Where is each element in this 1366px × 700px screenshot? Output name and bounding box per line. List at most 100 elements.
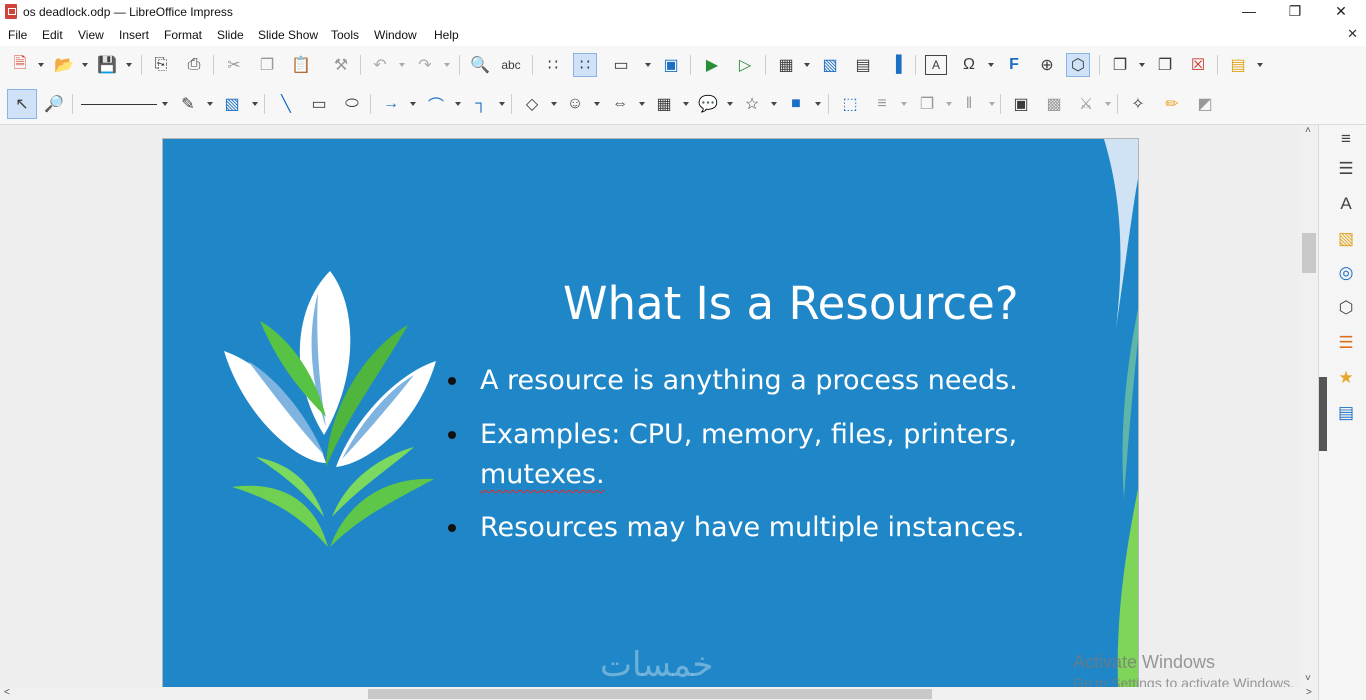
new-slide-dropdown-icon[interactable] [1139,63,1145,67]
hyperlink-icon[interactable]: ⊕ [1035,53,1059,77]
print-icon[interactable]: ⎙ [182,53,206,77]
fill-color-dropdown-icon[interactable] [252,102,258,106]
copy-icon[interactable]: ❐ [255,53,279,77]
block-arrows-dropdown-icon[interactable] [639,102,645,106]
scroll-right-icon[interactable]: > [1306,687,1312,698]
insert-table-icon[interactable]: ▦ [774,53,798,77]
horizontal-scroll-thumb[interactable] [368,689,932,699]
filter-dropdown-icon[interactable] [1105,102,1111,106]
gallery-icon[interactable]: ▧ [1335,228,1357,250]
slide-title[interactable]: What Is a Resource? [563,277,1019,330]
menu-format[interactable]: Format [164,28,202,42]
sidebar-menu-icon[interactable]: ≡ [1335,128,1357,150]
ellipse-icon[interactable]: ⬭ [340,92,364,116]
find-replace-icon[interactable]: 🔍 [468,53,492,77]
block-arrows-icon[interactable]: ⇔ [608,92,632,116]
shadow-icon[interactable]: ▣ [1009,92,1033,116]
zoom-pan-icon[interactable]: 🔎 [42,92,66,116]
menu-file[interactable]: File [8,28,27,42]
undo-dropdown-icon[interactable] [399,63,405,67]
flowchart-dropdown-icon[interactable] [683,102,689,106]
flowchart-icon[interactable]: ▦ [652,92,676,116]
menu-view[interactable]: View [78,28,104,42]
fill-color-icon[interactable]: ▧ [220,92,244,116]
3d-objects-dropdown-icon[interactable] [815,102,821,106]
display-grid-icon[interactable]: ∷ [541,53,565,77]
menu-slide-show[interactable]: Slide Show [258,28,318,42]
start-from-current-icon[interactable]: ▷ [733,53,757,77]
scroll-up-icon[interactable]: ˄ [1305,125,1311,136]
distribute-icon[interactable]: ‖ [957,92,981,116]
shapes-icon[interactable]: ⬡ [1335,297,1357,319]
cut-icon[interactable]: ✂ [222,53,246,77]
show-draw-functions-icon[interactable]: ⬡ [1066,53,1090,77]
slide-layout-icon[interactable]: ▤ [1226,53,1250,77]
new-slide-icon[interactable]: ❐ [1108,53,1132,77]
slide-canvas[interactable]: What Is a Resource? A resource is anythi… [163,139,1138,687]
stars-dropdown-icon[interactable] [771,102,777,106]
master-slides-icon[interactable]: ▤ [1335,402,1357,424]
line-style-dropdown-icon[interactable] [162,102,168,106]
close-button[interactable]: ✕ [1318,0,1364,24]
scroll-down-icon[interactable]: ˅ [1305,673,1311,684]
rectangle-icon[interactable]: ▭ [307,92,331,116]
delete-slide-icon[interactable]: ☒ [1186,53,1210,77]
spelling-icon[interactable]: abc [499,53,523,77]
navigator-icon[interactable]: ◎ [1335,262,1357,284]
undo-icon[interactable]: ↶ [368,53,392,77]
connectors-dropdown-icon[interactable] [499,102,505,106]
line-icon[interactable]: ╲ [274,92,298,116]
align-icon[interactable]: ≡ [870,92,894,116]
points-icon[interactable]: ⬚ [838,92,862,116]
align-dropdown-icon[interactable] [901,102,907,106]
menu-window[interactable]: Window [374,28,417,42]
display-views-icon[interactable]: ▭ [609,53,633,77]
slide-layout-dropdown-icon[interactable] [1257,63,1263,67]
new-icon[interactable]: 🗎 [8,53,32,77]
duplicate-slide-icon[interactable]: ❐ [1153,53,1177,77]
stars-icon[interactable]: ☆ [740,92,764,116]
lines-arrows-icon[interactable]: → [379,92,403,116]
master-slide-icon[interactable]: ▣ [659,53,683,77]
bullet-item[interactable]: A resource is anything a process needs. [448,361,1018,401]
maximize-button[interactable]: ❐ [1272,0,1318,24]
styles-icon[interactable]: A [1335,193,1357,215]
open-dropdown-icon[interactable] [82,63,88,67]
special-character-icon[interactable]: Ω [957,53,981,77]
open-icon[interactable]: 📂 [52,53,76,77]
glue-points-icon[interactable]: ✏ [1160,92,1184,116]
callouts-dropdown-icon[interactable] [727,102,733,106]
properties-icon[interactable]: ☰ [1335,158,1357,180]
basic-shapes-dropdown-icon[interactable] [551,102,557,106]
minimize-button[interactable]: — [1226,0,1272,24]
symbol-shapes-dropdown-icon[interactable] [594,102,600,106]
insert-image-icon[interactable]: ▧ [818,53,842,77]
symbol-shapes-icon[interactable]: ☺ [563,92,587,116]
save-icon[interactable]: 💾 [95,53,119,77]
menu-edit[interactable]: Edit [42,28,63,42]
slide-workspace[interactable]: What Is a Resource? A resource is anythi… [0,125,1318,687]
arrange-dropdown-icon[interactable] [946,102,952,106]
menu-help[interactable]: Help [434,28,459,42]
save-dropdown-icon[interactable] [126,63,132,67]
insert-chart-icon[interactable]: ▐ [884,53,908,77]
bullet-item[interactable]: Examples: CPU, memory, files, printers, … [448,415,1017,495]
lines-arrows-dropdown-icon[interactable] [410,102,416,106]
transformations-icon[interactable]: ✧ [1126,92,1150,116]
vertical-scroll-thumb[interactable] [1302,233,1316,273]
crop-image-icon[interactable]: ▩ [1042,92,1066,116]
insert-media-icon[interactable]: ▤ [851,53,875,77]
sidebar-collapse-grip[interactable] [1319,377,1327,451]
paste-icon[interactable]: 📋 [289,53,313,77]
export-pdf-icon[interactable]: ⎘ [149,53,173,77]
horizontal-scrollbar[interactable]: < > [0,687,1318,700]
connectors-icon[interactable]: ┐ [469,92,493,116]
curves-dropdown-icon[interactable] [455,102,461,106]
arrange-icon[interactable]: ❐ [915,92,939,116]
filter-icon[interactable]: ⚔ [1074,92,1098,116]
line-color-dropdown-icon[interactable] [207,102,213,106]
line-style-icon[interactable] [81,104,157,105]
display-views-dropdown-icon[interactable] [645,63,651,67]
redo-dropdown-icon[interactable] [444,63,450,67]
line-color-icon[interactable]: ✎ [176,92,200,116]
